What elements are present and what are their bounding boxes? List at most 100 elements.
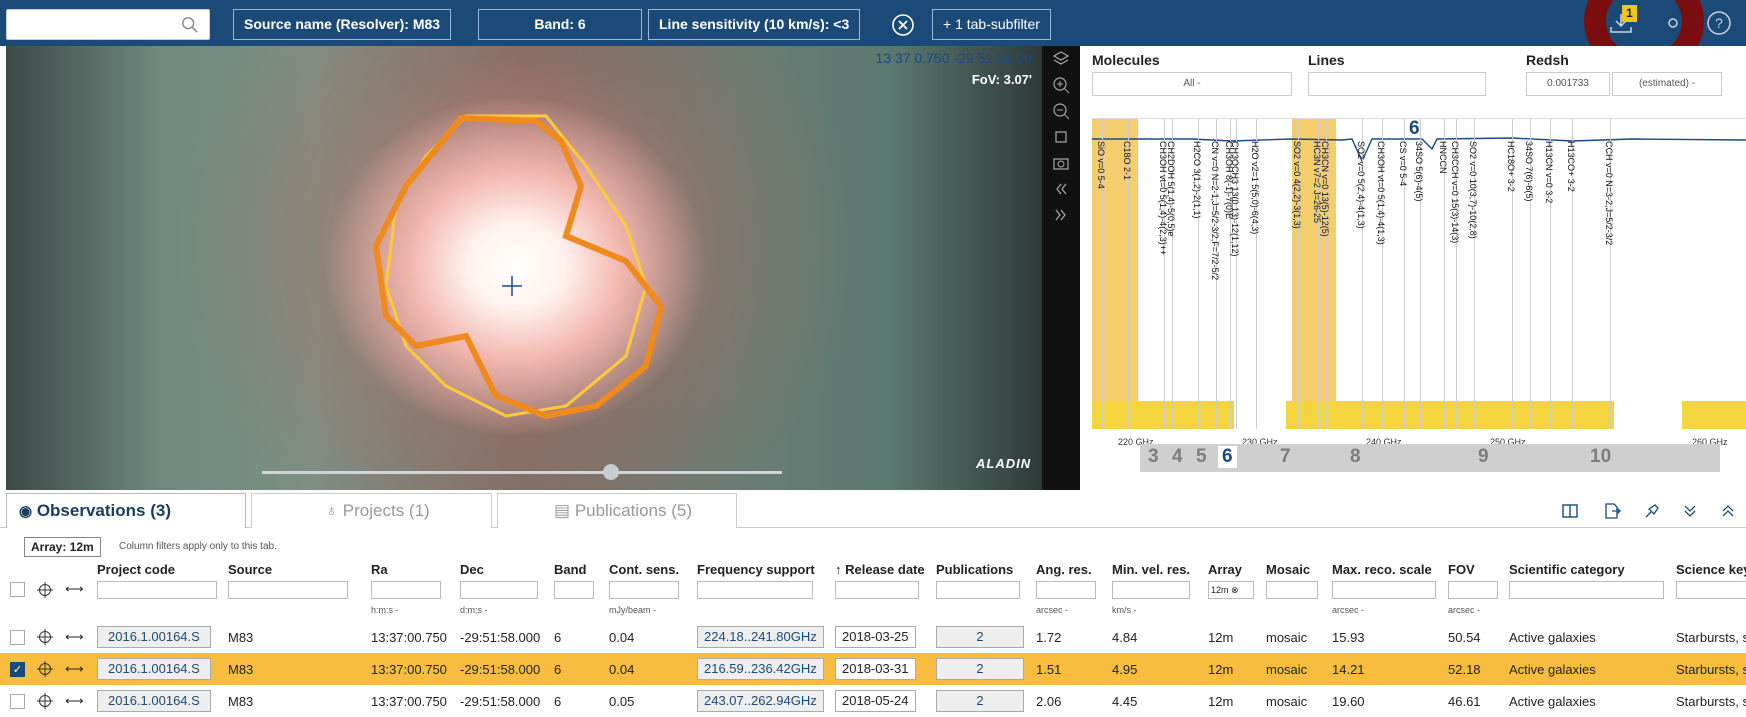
col-band[interactable]: Band: [554, 560, 609, 581]
col-ang-res[interactable]: Ang. res.: [1036, 560, 1112, 581]
band-selector[interactable]: 3 4 5 6 7 8 9 10: [1140, 444, 1720, 472]
redshift-mode-select[interactable]: (estimated) -: [1612, 72, 1722, 96]
filter-fov[interactable]: [1448, 581, 1498, 599]
tab-subfilter-chip[interactable]: + 1 tab-subfilter: [932, 9, 1051, 40]
band-5[interactable]: 5: [1196, 446, 1207, 468]
filter-ra[interactable]: [371, 581, 441, 599]
line-label[interactable]: CCH v=0 N=3-2,J=5/2-3/2: [1604, 141, 1614, 245]
unit-ra[interactable]: h:m:s -: [371, 605, 460, 621]
filter-min-vel-res[interactable]: [1112, 581, 1190, 599]
line-label[interactable]: H13CN v=0 3-2: [1544, 141, 1554, 203]
table-row[interactable]: ✓ ⟷ 2016.1.00164.S M83 13:37:00.750 -29:51:58…: [0, 653, 1746, 685]
search-input[interactable]: [6, 9, 210, 40]
line-label[interactable]: CH3CN v=0 13(5)-12(5): [1320, 141, 1330, 237]
filter-scientific-category[interactable]: [1509, 581, 1664, 599]
col-frequency-support[interactable]: Frequency support: [697, 560, 835, 581]
unit-maxreco[interactable]: arcsec -: [1332, 605, 1448, 621]
filter-source[interactable]: [228, 581, 348, 599]
tab-observations[interactable]: ◉ Observations (3): [6, 493, 246, 528]
spectrum-plot[interactable]: SiO v=0 5-4 C18O 2-1 CH3OH vt=0 5(1,4)-4(2…: [1092, 118, 1746, 447]
project-code[interactable]: 2016.1.00164.S: [97, 658, 211, 680]
filter-chip-line-sensitivity[interactable]: Line sensitivity (10 km/s): <3: [648, 9, 861, 40]
select-all-checkbox[interactable]: [10, 582, 25, 598]
expand-right-icon[interactable]: [1052, 206, 1070, 224]
samp-icon[interactable]: [1643, 502, 1661, 520]
line-label[interactable]: C18O 2-1: [1122, 141, 1132, 180]
col-fov[interactable]: FOV: [1448, 560, 1509, 581]
col-project-code[interactable]: Project code: [97, 560, 228, 581]
frequency-support[interactable]: 216.59..236.42GHz: [697, 658, 824, 680]
redshift-input[interactable]: 0.001733: [1526, 72, 1610, 96]
band-10[interactable]: 10: [1590, 446, 1611, 468]
band-8[interactable]: 8: [1350, 446, 1361, 468]
line-label[interactable]: HC18O+ 3-2: [1506, 141, 1516, 192]
filter-ang-res[interactable]: [1036, 581, 1096, 599]
filter-mosaic[interactable]: [1266, 581, 1318, 599]
filter-release-date[interactable]: [835, 581, 919, 599]
array-filter-chip[interactable]: Array: 12m: [24, 537, 101, 557]
unit-cont[interactable]: mJy/beam -: [609, 605, 697, 621]
col-scientific-category[interactable]: Scientific category: [1509, 560, 1676, 581]
line-label[interactable]: 34SO 7(6)-6(5): [1524, 141, 1534, 202]
publications-count[interactable]: 2: [936, 626, 1024, 648]
lines-input[interactable]: [1308, 72, 1486, 96]
publications-count[interactable]: 2: [936, 690, 1024, 712]
unit-ang[interactable]: arcsec -: [1036, 605, 1112, 621]
row-checkbox[interactable]: ✓: [10, 662, 25, 678]
line-label[interactable]: CH3CCH v=0 15(3)-14(3): [1450, 141, 1460, 243]
table-row[interactable]: ⟷ 2016.1.00164.S M83 13:37:00.750 -29:51:58.…: [0, 685, 1746, 717]
filter-array[interactable]: 12m ⊗: [1208, 581, 1254, 599]
table-row[interactable]: ⟷ 2016.1.00164.S M83 13:37:00.750 -29:51:58.…: [0, 621, 1746, 653]
filter-chip-source[interactable]: Source name (Resolver): M83: [233, 9, 452, 40]
line-label[interactable]: SO2 v=0 10(3,7)-10(2,8): [1468, 141, 1478, 239]
band-3[interactable]: 3: [1148, 446, 1159, 468]
line-label[interactable]: HNCCN: [1438, 141, 1448, 174]
col-science-keyword[interactable]: Science keyw: [1676, 560, 1746, 581]
help-icon[interactable]: ?: [1706, 10, 1732, 36]
row-checkbox[interactable]: [10, 694, 25, 710]
molecules-select[interactable]: All -: [1092, 72, 1292, 96]
col-max-reco-scale[interactable]: Max. reco. scale: [1332, 560, 1448, 581]
line-label[interactable]: H2CO 3(1,2)-2(1,1): [1192, 141, 1202, 219]
line-label[interactable]: H13CO+ 3-2: [1566, 141, 1576, 192]
clear-filters-icon[interactable]: [891, 13, 915, 37]
col-source[interactable]: Source: [228, 560, 371, 581]
line-label[interactable]: SO2 v=0 4(2,2)-3(1,3): [1292, 141, 1302, 229]
project-code[interactable]: 2016.1.00164.S: [97, 626, 211, 648]
opacity-slider-track[interactable]: [262, 471, 782, 474]
band-6[interactable]: 6: [1218, 446, 1237, 468]
zoom-out-icon[interactable]: [1052, 102, 1070, 120]
crosshair-icon[interactable]: [37, 661, 53, 678]
frequency-support[interactable]: 224.18..241.80GHz: [697, 626, 824, 648]
unit-vel[interactable]: km/s -: [1112, 605, 1208, 621]
layers-icon[interactable]: [1052, 50, 1070, 68]
col-mosaic[interactable]: Mosaic: [1266, 560, 1332, 581]
filter-band[interactable]: [554, 581, 594, 599]
columns-icon[interactable]: [1561, 502, 1579, 520]
tab-publications[interactable]: ▤ Publications (5): [497, 493, 737, 528]
camera-icon[interactable]: [1052, 154, 1070, 172]
band-7[interactable]: 7: [1280, 446, 1291, 468]
band-9[interactable]: 9: [1478, 446, 1489, 468]
crosshair-icon[interactable]: [37, 581, 53, 598]
publications-count[interactable]: 2: [936, 658, 1024, 680]
col-cont-sens[interactable]: Cont. sens.: [609, 560, 697, 581]
col-min-vel-res[interactable]: Min. vel. res.: [1112, 560, 1208, 581]
tab-projects[interactable]: ♁ Projects (1): [251, 493, 492, 528]
col-release-date[interactable]: ↑ Release date: [835, 560, 936, 581]
line-label[interactable]: CH2DOH 5(1,4)-5(0,5)e: [1166, 141, 1176, 237]
line-label[interactable]: SO2 v=0 5(2,4)-4(1,3): [1356, 141, 1366, 229]
line-label[interactable]: CN v=0 N=2-1,J=5/2-3/2,F=7/2-5/2: [1210, 141, 1220, 280]
col-array[interactable]: Array: [1208, 560, 1266, 581]
line-label[interactable]: CS v=0 5-4: [1398, 141, 1408, 186]
expand-width-icon[interactable]: ⟷: [65, 629, 84, 644]
expand-width-icon[interactable]: ⟷: [65, 693, 84, 708]
filter-publications[interactable]: [936, 581, 1020, 599]
col-publications[interactable]: Publications: [936, 560, 1036, 581]
sky-viewer[interactable]: 13 37 0.750 -29 51 58.00 FoV: 3.07' ALAD…: [6, 46, 1042, 490]
col-dec[interactable]: Dec: [460, 560, 554, 581]
row-checkbox[interactable]: [10, 630, 25, 646]
filter-frequency[interactable]: [697, 581, 813, 599]
col-ra[interactable]: Ra: [371, 560, 460, 581]
export-icon[interactable]: [1603, 502, 1621, 520]
